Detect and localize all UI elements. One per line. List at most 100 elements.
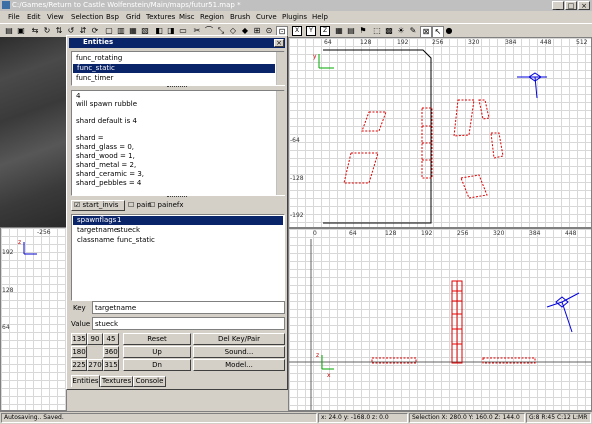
menu-curve[interactable]: Curve bbox=[256, 13, 277, 21]
tab-console[interactable]: Console bbox=[133, 376, 166, 387]
menu-file[interactable]: File bbox=[8, 13, 20, 21]
flip-y-icon[interactable]: ⇅ bbox=[54, 26, 64, 36]
patch-icon[interactable]: ▦ bbox=[334, 26, 344, 36]
axis-x-toggle[interactable]: X bbox=[292, 26, 302, 36]
rotate-x-icon[interactable]: ↻ bbox=[42, 26, 52, 36]
desc-line: shard_glass = 0, bbox=[76, 143, 135, 151]
svg-text:x: x bbox=[327, 372, 331, 379]
maximize-button[interactable]: □ bbox=[565, 1, 577, 10]
class-list-scrollbar[interactable] bbox=[276, 52, 285, 85]
menu-selection[interactable]: Selection bbox=[71, 13, 103, 21]
angle-135-button[interactable]: 135 bbox=[71, 333, 87, 345]
value-field[interactable]: stueck bbox=[92, 317, 285, 330]
desc-line: 4 bbox=[76, 92, 81, 100]
minimize-button[interactable]: _ bbox=[552, 1, 564, 10]
dn-button[interactable]: Dn bbox=[123, 359, 191, 371]
menu-help[interactable]: Help bbox=[312, 13, 328, 21]
angle-270-button[interactable]: 270 bbox=[87, 359, 103, 371]
checkbox-icon: ☐ bbox=[149, 201, 156, 209]
menu-plugins[interactable]: Plugins bbox=[282, 13, 307, 21]
entities-window: Entities × func_rotating func_static fun… bbox=[66, 35, 288, 390]
save-icon[interactable]: ▣ bbox=[16, 26, 26, 36]
window-title: C:/Games/Return to Castle Wolfenstein/Ma… bbox=[12, 1, 241, 9]
desc-line: shard_wood = 1, bbox=[76, 152, 135, 160]
up-button[interactable]: Up bbox=[123, 346, 191, 358]
angle-360-button[interactable]: 360 bbox=[103, 346, 119, 358]
lights-icon[interactable]: ☀ bbox=[396, 26, 406, 36]
desc-line: shard_pebbles = 4 bbox=[76, 179, 142, 187]
keypair-row[interactable]: targetname stueck bbox=[73, 226, 283, 235]
entities-title-bar[interactable]: Entities bbox=[69, 38, 285, 48]
status-message: Autosaving.. Saved. bbox=[1, 413, 317, 423]
side-axis-icon: z bbox=[18, 239, 37, 255]
class-list-item-selected[interactable]: func_static bbox=[73, 64, 275, 73]
checkbox-icon: ☐ bbox=[128, 201, 135, 209]
front-view-grid[interactable]: 0 64 128 192 256 320 384 448 z x bbox=[288, 228, 592, 411]
desc-line: shard default is 4 bbox=[76, 117, 137, 125]
checkbox-checked-icon: ☑ bbox=[74, 201, 81, 209]
del-keypair-button[interactable]: Del Key/Pair bbox=[193, 333, 285, 345]
spawnflag-start-invis-checkbox[interactable]: ☑ start_invis bbox=[71, 200, 125, 211]
red-dot-icon[interactable]: ● bbox=[444, 26, 454, 36]
menu-brush[interactable]: Brush bbox=[230, 13, 250, 21]
desc-line: shard_ceramic = 3, bbox=[76, 170, 145, 178]
open-icon[interactable]: ▤ bbox=[4, 26, 14, 36]
angle-225-button[interactable]: 225 bbox=[71, 359, 87, 371]
description-scrollbar[interactable] bbox=[276, 91, 285, 195]
top-view-geometry: y bbox=[313, 49, 547, 224]
menu-view[interactable]: View bbox=[47, 13, 64, 21]
front-view-geometry: z x bbox=[289, 239, 591, 410]
app-icon bbox=[2, 1, 10, 9]
show-patch-icon[interactable]: ▤ bbox=[346, 26, 356, 36]
key-field[interactable]: targetname bbox=[92, 301, 285, 314]
desc-line: shard_metal = 2, bbox=[76, 161, 137, 169]
angle-45-button[interactable]: 45 bbox=[103, 333, 119, 345]
axis-z-toggle[interactable]: Z bbox=[320, 26, 330, 36]
angle-180-button[interactable]: 180 bbox=[71, 346, 87, 358]
menu-misc[interactable]: Misc bbox=[179, 13, 194, 21]
menu-bar: File Edit View Selection Bsp Grid Textur… bbox=[0, 11, 592, 23]
class-list-item[interactable]: func_timer bbox=[76, 74, 113, 82]
splitter-handle[interactable] bbox=[167, 196, 187, 200]
paint-icon[interactable]: ✎ bbox=[408, 26, 418, 36]
key-label: Key bbox=[73, 304, 86, 312]
entity-description: 4 will spawn rubble shard default is 4 s… bbox=[71, 90, 285, 196]
brush-icon[interactable]: ⬚ bbox=[372, 26, 382, 36]
menu-edit[interactable]: Edit bbox=[27, 13, 41, 21]
value-label: Value bbox=[71, 320, 91, 328]
keypair-list[interactable]: spawnflags 1 targetname stueck classname… bbox=[71, 214, 285, 301]
menu-textures[interactable]: Textures bbox=[146, 13, 175, 21]
sound-button[interactable]: Sound... bbox=[193, 346, 285, 358]
status-grid: G:8 R:45 C:12 L:MR bbox=[526, 413, 591, 423]
texture-preview-pane[interactable] bbox=[0, 37, 67, 227]
spawnflag-painefx-checkbox[interactable]: ☐ painefx bbox=[149, 201, 184, 209]
svg-text:y: y bbox=[313, 53, 317, 60]
svg-text:z: z bbox=[316, 352, 319, 359]
top-view-grid[interactable]: 64 128 192 256 320 384 448 512 -64 -128 … bbox=[288, 37, 592, 228]
texture-icon[interactable]: ▩ bbox=[384, 26, 394, 36]
entity-icon[interactable]: ⚑ bbox=[358, 26, 368, 36]
entities-title: Entities bbox=[83, 38, 114, 46]
keypair-row[interactable]: classname func_static bbox=[73, 236, 283, 245]
tab-entities[interactable]: Entities bbox=[71, 375, 100, 387]
tab-textures[interactable]: Textures bbox=[100, 376, 133, 387]
angle-315-button[interactable]: 315 bbox=[103, 359, 119, 371]
desc-line: shard = bbox=[76, 134, 104, 142]
entities-close-button[interactable]: × bbox=[274, 39, 284, 47]
close-button[interactable]: × bbox=[578, 1, 590, 10]
angle-90-button[interactable]: 90 bbox=[87, 333, 103, 345]
status-selection: Selection X: 280.0 Y: 160.0 Z: 144.0 bbox=[409, 413, 525, 423]
axis-y-toggle[interactable]: Y bbox=[306, 26, 316, 36]
status-coords: x: 24.0 y: -168.0 z: 0.0 bbox=[318, 413, 408, 423]
side-view-grid[interactable]: -256 192 128 64 z bbox=[0, 227, 67, 411]
flip-x-icon[interactable]: ⇆ bbox=[30, 26, 40, 36]
keypair-row-selected[interactable]: spawnflags 1 bbox=[73, 216, 283, 225]
desc-line: will spawn rubble bbox=[76, 100, 138, 108]
menu-grid[interactable]: Grid bbox=[126, 13, 141, 21]
entity-class-list[interactable]: func_rotating func_static func_timer bbox=[71, 51, 285, 86]
class-list-item[interactable]: func_rotating bbox=[76, 54, 122, 62]
menu-bsp[interactable]: Bsp bbox=[106, 13, 119, 21]
menu-region[interactable]: Region bbox=[200, 13, 224, 21]
reset-button[interactable]: Reset bbox=[123, 333, 191, 345]
model-button[interactable]: Model... bbox=[193, 359, 285, 371]
